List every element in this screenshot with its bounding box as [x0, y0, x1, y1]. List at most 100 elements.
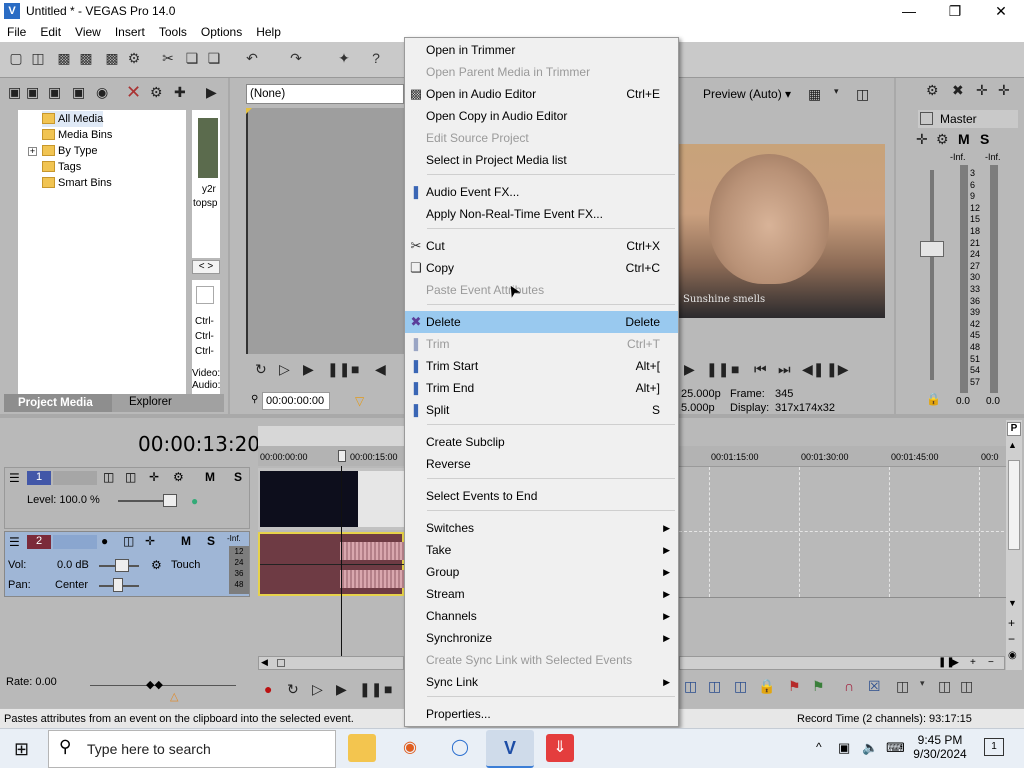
preview-quality-select[interactable]: Preview (Auto) ▾	[703, 87, 791, 101]
tab-explorer[interactable]: Explorer	[129, 396, 172, 408]
media-generators-icon[interactable]: ✚	[174, 84, 186, 101]
pan-slider-handle[interactable]	[113, 578, 123, 592]
menu-item-apply-non-real-time-event-fx[interactable]: Apply Non-Real-Time Event FX...	[405, 203, 678, 225]
step-back-icon[interactable]: ◀❚	[802, 361, 825, 378]
track-name-field[interactable]	[53, 471, 97, 485]
split-screen-icon[interactable]: ◫	[856, 86, 869, 103]
trimmer-stop-icon[interactable]: ■	[351, 361, 359, 377]
menu-item-properties[interactable]: Properties...	[405, 703, 678, 725]
menu-item-switches[interactable]: Switches ▶	[405, 517, 678, 539]
menu-insert[interactable]: Insert	[108, 25, 152, 39]
tree-smart-bins[interactable]: Smart Bins	[42, 175, 112, 191]
menu-item-open-copy-in-audio-editor[interactable]: Open Copy in Audio Editor	[405, 105, 678, 127]
edit-tool-icon[interactable]: ✦	[336, 50, 352, 66]
playhead-handle[interactable]	[338, 450, 346, 462]
volume-muted-icon[interactable]: 🔈	[862, 740, 878, 756]
snap-icon[interactable]: ∩	[844, 678, 854, 694]
ripple-mode-dropdown[interactable]: ▾	[920, 678, 925, 689]
master-solo-button[interactable]: S	[980, 131, 989, 147]
track-motion-icon[interactable]: ◫	[103, 470, 114, 484]
play-from-start-timeline-icon[interactable]: ▷	[312, 681, 323, 698]
zoom-out-icon[interactable]: −	[1008, 632, 1015, 646]
h-zoom-in-icon[interactable]: +	[970, 657, 976, 668]
menu-item-stream[interactable]: Stream ▶	[405, 583, 678, 605]
paste-icon[interactable]: ❏	[206, 50, 222, 66]
loop-icon[interactable]: ↻	[255, 361, 267, 378]
cut-icon[interactable]: ✂	[160, 50, 176, 66]
preview-pause-icon[interactable]: ❚❚	[706, 361, 729, 378]
scroll-left-icon[interactable]: ◀	[261, 657, 268, 668]
automation-mode[interactable]: Touch	[171, 559, 200, 571]
browser-icon[interactable]: ◯	[446, 734, 474, 762]
expand-icon[interactable]: +	[28, 147, 37, 156]
zoom-tool-icon[interactable]: ◉	[1008, 650, 1017, 661]
ignore-grouping-icon[interactable]: ◫	[960, 678, 973, 695]
menu-item-synchronize[interactable]: Synchronize ▶	[405, 627, 678, 649]
menu-item-channels[interactable]: Channels ▶	[405, 605, 678, 627]
timeline-ruler-left[interactable]: 00:00:00:00 00:00:15:00	[258, 446, 404, 466]
master-mute-button[interactable]: M	[958, 131, 970, 147]
tree-all-media[interactable]: All Media	[42, 111, 104, 127]
scroll-arrows[interactable]: < >	[192, 260, 220, 274]
level-slider-handle[interactable]	[163, 494, 177, 507]
notification-icon[interactable]: 1	[984, 738, 1004, 756]
split-tool-icon[interactable]: ◫	[734, 678, 747, 695]
lock-icon-2[interactable]: ◫	[938, 678, 951, 695]
extract-audio-icon[interactable]: ▣	[72, 84, 85, 101]
track-name-field[interactable]	[53, 535, 97, 549]
maximize-icon[interactable]: ❐	[932, 0, 978, 22]
windows-start-icon[interactable]: ⊞	[14, 739, 29, 760]
taskbar-search-box[interactable]: ⚲ Type here to search	[48, 730, 336, 768]
menu-item-open-in-audio-editor[interactable]: ▩ Open in Audio Editor Ctrl+E	[405, 83, 678, 105]
track-arm-icon[interactable]: ●	[101, 534, 108, 548]
master-pan-icon[interactable]: ✛	[916, 131, 928, 148]
menu-item-split[interactable]: ❚ Split S	[405, 399, 678, 421]
menu-edit[interactable]: Edit	[33, 25, 68, 39]
scroll-up-icon[interactable]: ▲	[1008, 440, 1017, 450]
timeline-vertical-scrollbar[interactable]: P ▲ ▼ + − ◉	[1006, 420, 1022, 670]
properties-icon[interactable]: ⚙	[126, 50, 142, 66]
ripple-icon[interactable]: ◫	[684, 678, 697, 695]
track-fx-icon[interactable]: ◫	[123, 534, 134, 548]
track-automation-icon[interactable]: ✛	[145, 534, 155, 548]
tray-chevron-icon[interactable]: ^	[816, 740, 822, 754]
video-event-light[interactable]	[358, 471, 404, 527]
lock-icon[interactable]: 🔒	[926, 392, 941, 406]
close-icon[interactable]: ✕	[978, 0, 1024, 22]
menu-item-delete[interactable]: ✖ Delete Delete	[405, 311, 678, 333]
compositing-icon[interactable]: ✛	[149, 470, 159, 484]
marker-icon[interactable]: ⚑	[788, 678, 801, 695]
timeline-stop-icon[interactable]: ■	[384, 681, 392, 697]
h-zoom-out-icon[interactable]: −	[988, 657, 994, 668]
master-settings-icon[interactable]: ✖	[952, 82, 964, 99]
menu-item-trim-start[interactable]: ❚ Trim Start Alt+[	[405, 355, 678, 377]
save-as-icon[interactable]: ▩	[78, 50, 94, 66]
copy-icon[interactable]: ❏	[184, 50, 200, 66]
minimize-icon[interactable]: —	[886, 0, 932, 22]
save-icon[interactable]: ▩	[56, 50, 72, 66]
help-icon[interactable]: ?	[368, 50, 384, 66]
trimmer-timecode[interactable]: 00:00:00:00	[262, 392, 330, 410]
zoom-icon[interactable]	[196, 286, 214, 304]
menu-item-open-in-trimmer[interactable]: Open in Trimmer	[405, 39, 678, 61]
master-downmix-icon[interactable]: ✛	[976, 82, 988, 99]
timeline-horizontal-scrollbar-left[interactable]: ◀	[258, 656, 404, 670]
track-collapse-icon[interactable]: ☰	[9, 535, 20, 549]
play-icon[interactable]: ▶	[206, 84, 217, 101]
lock-envelopes-icon[interactable]: 🔒	[758, 678, 775, 695]
track-2-mute[interactable]: M	[181, 534, 191, 548]
menu-view[interactable]: View	[68, 25, 108, 39]
track-1-solo[interactable]: S	[234, 470, 242, 484]
menu-item-reverse[interactable]: Reverse	[405, 453, 678, 475]
media-fx-icon[interactable]: ⚙	[150, 84, 163, 101]
zoom-in-icon[interactable]: +	[1008, 616, 1015, 630]
rate-slider-handle[interactable]: ◆◆	[146, 678, 163, 691]
import-media-icon[interactable]: ▣	[8, 84, 21, 101]
menu-item-cut[interactable]: ✂ Cut Ctrl+X	[405, 235, 678, 257]
vol-slider-handle[interactable]	[115, 559, 129, 572]
scroll-thumb[interactable]	[1008, 460, 1020, 550]
network-icon[interactable]: ▣	[838, 740, 850, 756]
capture-icon[interactable]: ▣	[26, 84, 39, 101]
grid-icon[interactable]: ▦	[808, 86, 821, 103]
track-2-solo[interactable]: S	[207, 534, 215, 548]
